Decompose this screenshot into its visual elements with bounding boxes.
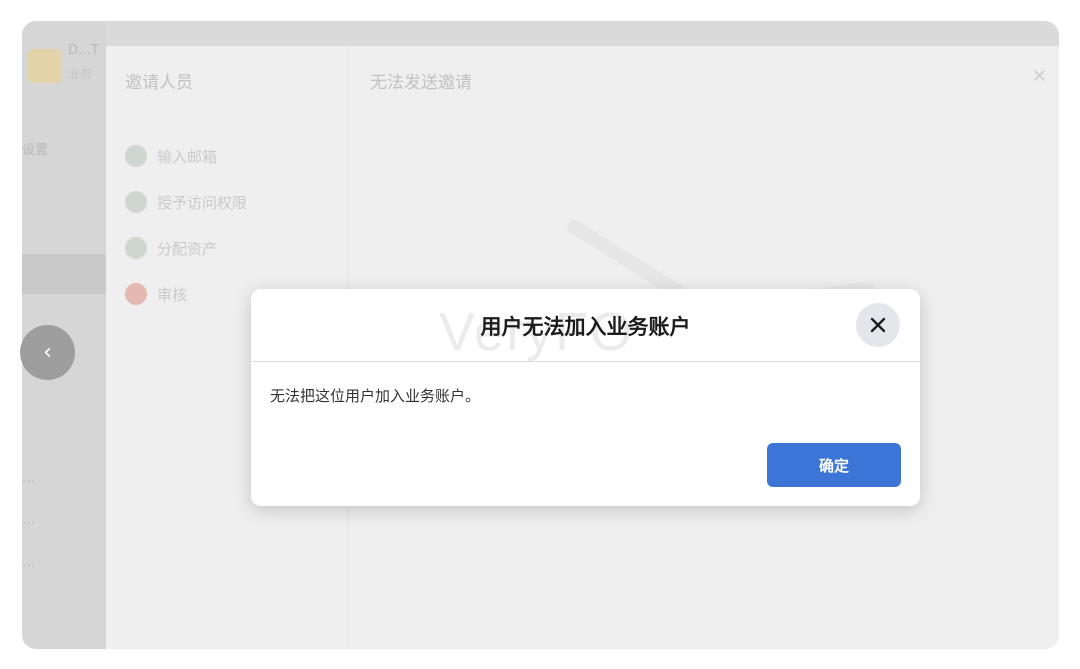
dialog-header: VeryFO 用户无法加入业务账户 <box>251 289 920 362</box>
check-circle-icon <box>125 237 147 259</box>
step-grant-access[interactable]: 授予访问权限 <box>125 190 247 214</box>
app-subtitle: 业务 <box>68 67 93 81</box>
step-label: 分配资产 <box>157 239 218 258</box>
close-icon[interactable]: ✕ <box>1032 66 1047 87</box>
step-label: 授予访问权限 <box>157 193 248 212</box>
error-circle-icon <box>125 283 147 305</box>
close-icon <box>870 317 886 333</box>
step-assign-assets[interactable]: 分配资产 <box>125 236 217 260</box>
dialog-title: 用户无法加入业务账户 <box>480 315 691 339</box>
carousel-prev-button[interactable]: ‹ <box>20 325 75 380</box>
invite-steps-title: 邀请人员 <box>125 73 193 93</box>
confirm-button[interactable]: 确定 <box>767 443 901 487</box>
check-circle-icon <box>125 145 147 167</box>
step-label: 审核 <box>157 285 188 304</box>
check-circle-icon <box>125 191 147 213</box>
sidebar-item-selected[interactable] <box>22 254 106 294</box>
sidebar-item[interactable]: … <box>22 513 35 528</box>
app-name: D…T <box>68 43 99 58</box>
step-label: 输入邮箱 <box>157 147 218 166</box>
invite-error-title: 无法发送邀请 <box>370 73 472 93</box>
dialog-message: 无法把这位用户加入业务账户。 <box>270 387 481 405</box>
close-button[interactable] <box>856 303 900 347</box>
sidebar-item-settings[interactable]: 设置 <box>22 139 48 158</box>
sidebar-item[interactable]: … <box>22 555 35 570</box>
step-review[interactable]: 审核 <box>125 282 187 306</box>
sidebar-item[interactable]: … <box>22 471 35 486</box>
step-enter-email[interactable]: 输入邮箱 <box>125 144 217 168</box>
chevron-left-icon: ‹ <box>43 340 52 365</box>
app-logo <box>28 49 62 83</box>
error-dialog: VeryFO 用户无法加入业务账户 无法把这位用户加入业务账户。 确定 <box>251 289 920 506</box>
